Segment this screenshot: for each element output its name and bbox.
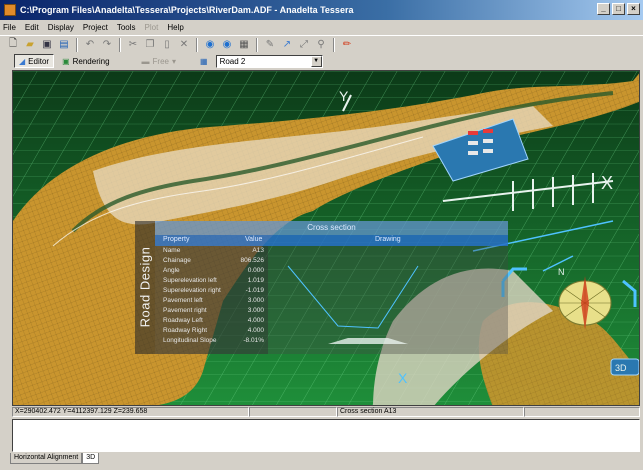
cut-icon[interactable]: ✂ xyxy=(126,38,140,52)
toolbar-separator xyxy=(119,37,121,52)
cross-section-panel[interactable]: Cross section Road Design Property Value… xyxy=(135,221,508,354)
undo-icon[interactable]: ↶ xyxy=(83,38,97,52)
rendering-mode-button[interactable]: ▣ Rendering xyxy=(58,54,113,68)
new-icon[interactable]: 🗋 xyxy=(6,38,20,52)
delete-icon[interactable]: ✕ xyxy=(177,38,191,52)
nav-back-icon[interactable]: ◉ xyxy=(203,38,217,52)
editor-icon: ◢ xyxy=(19,56,26,66)
close-button[interactable]: × xyxy=(627,3,640,15)
y-axis-label: Y xyxy=(339,88,349,104)
main-toolbar: 🗋 ▰ ▣ ▤ ↶ ↷ ✂ ❐ ▯ ✕ ◉ ◉ ▦ ✎ ↗ ⤢ ⚲ ✏ xyxy=(0,35,643,53)
menu-help[interactable]: Help xyxy=(167,23,183,32)
status-section: Cross section A13 xyxy=(337,407,524,417)
view-tabs: Horizontal Alignment 3D xyxy=(10,453,100,465)
cross-section-drawing xyxy=(268,246,508,354)
property-row[interactable]: Roadway Left 4.000 xyxy=(155,316,268,326)
window-title: C:\Program Files\Anadelta\Tessera\Projec… xyxy=(20,5,354,15)
status-coords: X=290402.472 Y=4112397.129 Z=239.658 xyxy=(12,407,249,417)
toolbar-separator xyxy=(76,37,78,52)
cross-section-columns: Property Value Drawing xyxy=(155,235,508,246)
redo-icon[interactable]: ↷ xyxy=(100,38,114,52)
editor-mode-button[interactable]: ◢ Editor xyxy=(14,54,55,68)
zoom-icon[interactable]: ⤢ xyxy=(297,38,311,52)
menu-project[interactable]: Project xyxy=(83,23,108,32)
menu-edit[interactable]: Edit xyxy=(25,23,39,32)
pencil-icon[interactable]: ✏ xyxy=(340,38,354,52)
property-row[interactable]: Superelevation right -1.019 xyxy=(155,286,268,296)
x-axis-label-top: X xyxy=(601,173,613,193)
x-axis-label-bottom: X xyxy=(398,370,408,386)
col-property: Property xyxy=(163,236,190,243)
export-icon[interactable]: ▦ xyxy=(237,38,251,52)
menu-bar: File Edit Display Project Tools Plot Hel… xyxy=(0,20,643,34)
property-row[interactable]: Angle 0.000 xyxy=(155,266,268,276)
nav-forward-icon[interactable]: ◉ xyxy=(220,38,234,52)
menu-file[interactable]: File xyxy=(3,23,16,32)
app-icon xyxy=(4,4,16,16)
road-select-value: Road 2 xyxy=(219,56,246,66)
rendering-label: Rendering xyxy=(72,56,110,66)
search-icon[interactable]: ⚲ xyxy=(314,38,328,52)
free-label: Free xyxy=(152,56,169,66)
col-drawing: Drawing xyxy=(375,236,401,243)
property-list: Name A13 Chainage 806.526 Angle 0.000 Super… xyxy=(155,246,268,354)
zoom-badge[interactable]: 3D xyxy=(610,358,639,376)
road-design-sidebar: Road Design xyxy=(135,221,155,354)
maximize-button[interactable]: □ xyxy=(612,3,625,15)
property-row[interactable]: Longitudinal Slope -8.01% xyxy=(155,336,268,346)
menu-plot: Plot xyxy=(144,22,159,32)
property-row[interactable]: Pavement left 3.000 xyxy=(155,296,268,306)
pick-icon[interactable]: ↗ xyxy=(280,38,294,52)
tab-3d[interactable]: 3D xyxy=(82,453,100,464)
road-table-button[interactable]: ▦ xyxy=(196,54,212,68)
paste-icon[interactable]: ▯ xyxy=(160,38,174,52)
3d-viewport[interactable]: Y X X N 3D Cross section Road Design Pro… xyxy=(12,70,640,406)
properties-icon[interactable]: ▤ xyxy=(57,38,71,52)
road-select[interactable]: Road 2 ▼ xyxy=(215,54,323,68)
svg-text:N: N xyxy=(558,267,565,277)
editor-label: Editor xyxy=(28,56,50,66)
output-pane[interactable] xyxy=(12,419,640,452)
copy-icon[interactable]: ❐ xyxy=(143,38,157,52)
toolbar-separator xyxy=(256,37,258,52)
toolbar-separator xyxy=(196,37,198,52)
open-icon[interactable]: ▰ xyxy=(23,38,37,52)
menu-display[interactable]: Display xyxy=(48,23,74,32)
tab-horizontal-alignment[interactable]: Horizontal Alignment xyxy=(10,453,83,464)
save-icon[interactable]: ▣ xyxy=(40,38,54,52)
section-profile xyxy=(287,265,419,329)
svg-text:3D: 3D xyxy=(615,363,627,373)
section-pavement xyxy=(328,338,408,344)
measure-icon[interactable]: ✎ xyxy=(263,38,277,52)
minimize-button[interactable]: _ xyxy=(597,3,610,15)
property-row[interactable]: Chainage 806.526 xyxy=(155,256,268,266)
road-design-label: Road Design xyxy=(137,246,153,328)
title-bar: C:\Program Files\Anadelta\Tessera\Projec… xyxy=(0,0,643,20)
menu-tools[interactable]: Tools xyxy=(117,23,136,32)
mode-toolbar: ◢ Editor ▣ Rendering ▬ Free ▾ ▦ Road 2 ▼ xyxy=(0,53,643,69)
property-row[interactable]: Roadway Right 4.000 xyxy=(155,326,268,336)
property-row[interactable]: Name A13 xyxy=(155,246,268,256)
status-bar: X=290402.472 Y=4112397.129 Z=239.658 Cro… xyxy=(12,407,640,417)
free-icon: ▬ xyxy=(141,56,150,66)
free-dropdown-icon: ▾ xyxy=(172,56,177,66)
status-empty xyxy=(249,407,337,417)
toolbar-separator xyxy=(333,37,335,52)
free-mode-button: ▬ Free ▾ xyxy=(138,54,180,68)
property-row[interactable]: Superelevation left 1.019 xyxy=(155,276,268,286)
property-row[interactable]: Pavement right 3.000 xyxy=(155,306,268,316)
status-extra xyxy=(524,407,640,417)
chevron-down-icon[interactable]: ▼ xyxy=(310,55,322,67)
cross-section-title: Cross section xyxy=(155,221,508,235)
table-icon: ▦ xyxy=(200,56,208,66)
col-value: Value xyxy=(245,236,263,243)
rendering-icon: ▣ xyxy=(62,56,70,66)
